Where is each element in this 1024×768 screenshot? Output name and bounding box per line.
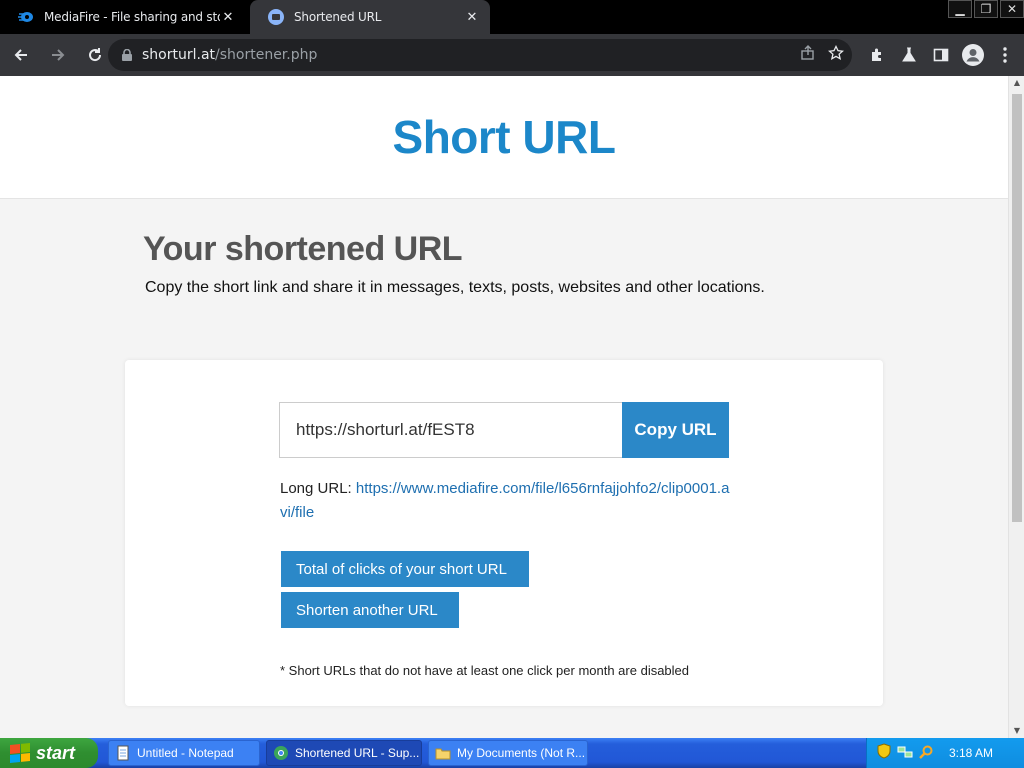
scroll-up-icon[interactable]: ▲ bbox=[1009, 76, 1024, 90]
mediafire-icon bbox=[18, 9, 34, 25]
url-path: /shortener.php bbox=[215, 47, 318, 63]
taskbar-item-browser[interactable]: Shortened URL - Sup... bbox=[266, 740, 422, 766]
search-icon[interactable] bbox=[919, 744, 933, 763]
close-window-icon[interactable]: ✕ bbox=[1000, 0, 1024, 18]
url-host: shorturl.at bbox=[142, 47, 216, 63]
short-url-field[interactable] bbox=[279, 402, 623, 458]
scroll-down-icon[interactable]: ▼ bbox=[1009, 724, 1024, 738]
system-tray: 3:18 AM bbox=[866, 738, 1024, 768]
network-icon[interactable] bbox=[897, 744, 913, 763]
clock[interactable]: 3:18 AM bbox=[949, 746, 993, 760]
labs-flask-icon[interactable] bbox=[898, 44, 920, 66]
windows-logo-icon bbox=[10, 742, 30, 764]
back-icon[interactable] bbox=[5, 39, 37, 71]
browser-toolbar: shorturl.at/shortener.php bbox=[0, 34, 1024, 76]
tab-strip: MediaFire - File sharing and storage ✕ S… bbox=[0, 0, 1024, 34]
reload-icon[interactable] bbox=[79, 39, 111, 71]
extensions-icon[interactable] bbox=[866, 44, 888, 66]
taskbar-item-label: Untitled - Notepad bbox=[137, 746, 234, 760]
shorturl-icon bbox=[268, 9, 284, 25]
share-icon[interactable] bbox=[800, 45, 816, 65]
folder-icon bbox=[435, 745, 451, 761]
forward-icon[interactable] bbox=[42, 39, 74, 71]
minimize-icon[interactable]: ▁ bbox=[948, 0, 972, 18]
scrollbar-thumb[interactable] bbox=[1012, 94, 1022, 522]
page-subheading: Copy the short link and share it in mess… bbox=[145, 279, 765, 296]
start-label: start bbox=[36, 742, 76, 763]
side-panel-icon[interactable] bbox=[930, 44, 952, 66]
address-bar[interactable]: shorturl.at/shortener.php bbox=[108, 39, 852, 71]
tab-title: Shortened URL bbox=[294, 10, 382, 24]
shorten-another-button[interactable]: Shorten another URL bbox=[281, 592, 459, 628]
site-title[interactable]: Short URL bbox=[393, 110, 616, 164]
result-card: Copy URL Long URL: https://www.mediafire… bbox=[125, 360, 883, 706]
notepad-icon bbox=[115, 745, 131, 761]
window-controls: ▁ ❐ ✕ bbox=[946, 0, 1024, 18]
tab-shortened-url[interactable]: Shortened URL ✕ bbox=[250, 0, 490, 34]
total-clicks-button[interactable]: Total of clicks of your short URL bbox=[281, 551, 529, 587]
page-viewport: Short URL Your shortened URL Copy the sh… bbox=[0, 76, 1024, 738]
security-shield-icon[interactable] bbox=[877, 743, 891, 763]
taskbar-item-label: Shortened URL - Sup... bbox=[295, 746, 420, 760]
start-button[interactable]: start bbox=[0, 738, 98, 768]
lock-icon[interactable] bbox=[122, 49, 132, 61]
disclaimer-note: * Short URLs that do not have at least o… bbox=[280, 663, 690, 678]
page-heading: Your shortened URL bbox=[143, 230, 463, 268]
restore-icon[interactable]: ❐ bbox=[974, 0, 998, 18]
long-url-line: Long URL: https://www.mediafire.com/file… bbox=[280, 477, 730, 525]
taskbar-item-documents[interactable]: My Documents (Not R... bbox=[428, 740, 588, 766]
bookmark-star-icon[interactable] bbox=[827, 44, 845, 65]
long-url-label: Long URL: bbox=[280, 480, 352, 497]
tab-mediafire[interactable]: MediaFire - File sharing and storage ✕ bbox=[0, 0, 246, 34]
close-tab-icon[interactable]: ✕ bbox=[220, 10, 236, 25]
profile-avatar-icon[interactable] bbox=[962, 44, 984, 66]
tab-title: MediaFire - File sharing and storage bbox=[44, 10, 220, 24]
taskbar-item-notepad[interactable]: Untitled - Notepad bbox=[108, 740, 260, 766]
menu-kebab-icon[interactable] bbox=[994, 44, 1016, 66]
close-tab-icon[interactable]: ✕ bbox=[464, 10, 480, 25]
site-header: Short URL bbox=[0, 76, 1008, 199]
page-scrollbar[interactable]: ▲ ▼ bbox=[1008, 76, 1024, 738]
taskbar: start Untitled - Notepad Shortened URL -… bbox=[0, 738, 1024, 768]
browser-icon bbox=[273, 745, 289, 761]
taskbar-item-label: My Documents (Not R... bbox=[457, 746, 586, 760]
copy-url-button[interactable]: Copy URL bbox=[622, 402, 729, 458]
